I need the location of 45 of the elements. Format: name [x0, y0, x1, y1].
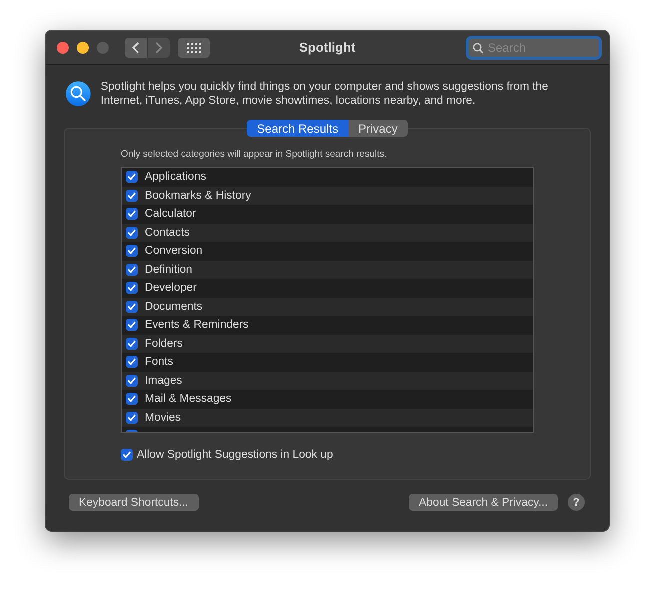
show-all-button[interactable]: [178, 38, 210, 58]
checkbox[interactable]: [126, 393, 138, 406]
tab[interactable]: Privacy: [348, 120, 408, 137]
checkbox[interactable]: [126, 374, 138, 387]
chevron-left-icon: [132, 42, 140, 54]
grid-icon: [187, 42, 201, 52]
back-button[interactable]: [125, 38, 147, 58]
checkbox[interactable]: [126, 190, 138, 202]
category-label: Bookmarks & History: [145, 190, 252, 202]
category-label: Images: [145, 374, 182, 387]
category-label: Contacts: [145, 226, 190, 239]
category-label: Conversion: [145, 245, 203, 258]
checkbox[interactable]: [126, 319, 138, 332]
category-label: Calculator: [145, 208, 196, 220]
description-text: Spotlight helps you quickly find things on your computer and shows suggestions from the Internet, iTunes, App Store, movie showtimes, locations nearby, and more.: [100, 80, 550, 108]
close-button[interactable]: [57, 42, 69, 54]
hint-text: Only selected categories will appear in Spotlight search results.: [121, 149, 388, 160]
window-title: Spotlight: [299, 40, 356, 55]
checkbox[interactable]: [126, 412, 138, 424]
minimize-button[interactable]: [77, 42, 89, 54]
category-label: Events & Reminders: [145, 319, 249, 332]
checkbox[interactable]: [126, 300, 138, 313]
checkbox[interactable]: [126, 356, 138, 368]
category-label: Folders: [145, 338, 183, 350]
lookup-label: Allow Spotlight Suggestions in Look up: [137, 449, 334, 461]
checkbox[interactable]: [121, 449, 133, 461]
category-label: Applications: [145, 171, 206, 184]
category-label: Movies: [145, 412, 182, 424]
category-label: Definition: [145, 264, 192, 276]
category-label: Mail & Messages: [145, 393, 232, 406]
chevron-right-icon: [155, 42, 163, 54]
help-button[interactable]: ?: [568, 494, 585, 511]
checkbox[interactable]: [126, 171, 138, 184]
category-label: Fonts: [145, 356, 174, 368]
checkbox[interactable]: [126, 226, 138, 239]
tab[interactable]: Search Results: [247, 120, 349, 137]
checkbox[interactable]: [126, 245, 138, 258]
checkbox[interactable]: [126, 208, 138, 220]
keyboard-shortcuts-button[interactable]: Keyboard Shortcuts...: [69, 494, 199, 511]
category-label: Documents: [145, 300, 203, 313]
about-button[interactable]: About Search & Privacy...: [409, 494, 558, 511]
category-label: Developer: [145, 282, 197, 294]
checkbox[interactable]: [126, 282, 138, 294]
checkbox[interactable]: [126, 338, 138, 350]
checkbox[interactable]: [126, 264, 138, 276]
